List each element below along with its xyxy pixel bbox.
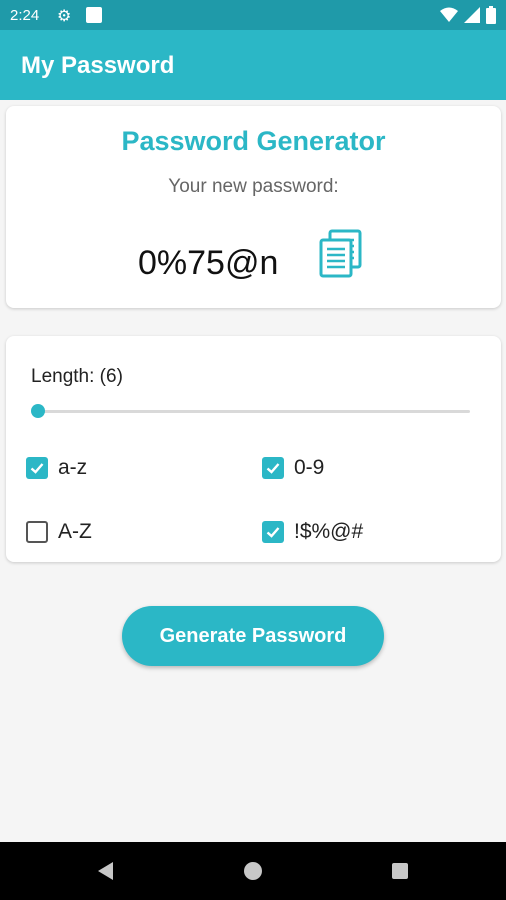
wifi-icon [440,7,458,22]
checkbox-lowercase[interactable]: a-z [26,456,87,480]
battery-icon [486,6,496,24]
checkbox-box[interactable] [26,457,48,479]
checkbox-label: a-z [58,456,88,479]
length-label: Length: (6) [31,366,123,387]
status-time: 2:24 [10,7,40,24]
checkbox-label: 0-9 [294,456,325,479]
app-bar: My Password [0,30,506,100]
home-icon[interactable] [244,862,262,880]
generate-password-button[interactable]: Generate Password [122,606,384,666]
checkbox-digits[interactable]: 0-9 [262,456,324,480]
status-icons [440,6,496,24]
nav-bar [0,842,506,900]
app-title: My Password [21,52,175,79]
generator-title: Password Generator [121,126,386,156]
options-card: Length: (6) a-z 0-9 A-Z !$%@# [6,336,501,562]
signal-icon [464,7,480,23]
checkbox-label: !$%@# [294,520,364,543]
checkbox-symbols[interactable]: !$%@# [262,520,363,544]
back-icon[interactable] [98,862,113,880]
password-value: 0%75@n [138,244,279,282]
notification-square-icon [86,7,102,23]
checkbox-box[interactable] [262,457,284,479]
slider-thumb[interactable] [31,404,45,418]
checkbox-label: A-Z [58,520,92,543]
checkbox-box[interactable] [26,521,48,543]
check-icon [30,463,44,474]
copy-icon[interactable] [312,226,368,282]
checkbox-uppercase[interactable]: A-Z [26,520,92,544]
recents-icon[interactable] [392,863,408,879]
check-icon [266,463,280,474]
check-icon [266,527,280,538]
length-slider[interactable] [31,404,470,418]
password-card: Password Generator Your new password: 0%… [6,106,501,308]
generator-subtitle: Your new password: [168,176,339,197]
checkbox-box[interactable] [262,521,284,543]
status-bar: 2:24 ⚙ [0,0,506,30]
gear-icon: ⚙ [57,8,72,25]
